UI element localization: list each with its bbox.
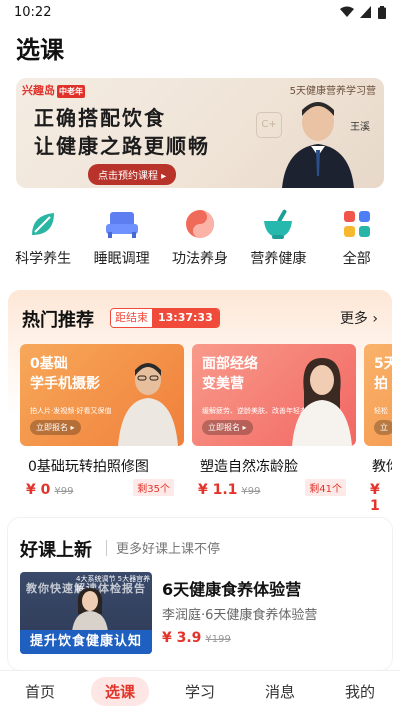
divider xyxy=(106,540,107,556)
price-original: ¥99 xyxy=(241,486,261,497)
bottom-tab-bar: 首页 选课 学习 消息 我的 xyxy=(0,670,400,712)
new-courses-subtitle: 更多好课上课不停 xyxy=(116,542,221,557)
countdown-label: 距结束 xyxy=(111,309,152,327)
mortar-icon xyxy=(260,206,296,242)
new-course-thumbnail[interactable]: 4大系统调节 5大器官养护 教你快速解读体检报告 提升饮食健康认知 xyxy=(20,572,152,654)
category-label: 营养健康 xyxy=(250,251,307,267)
new-courses-section: 好课上新 更多好课上课不停 4大系统调节 5大器官养护 教你快速解读体检报告 提… xyxy=(8,518,392,670)
status-icons xyxy=(340,5,386,19)
hot-section: 热门推荐 距结束 13:37:33 更多 › 0基础 学手机摄影 拍人片·发视频·… xyxy=(8,290,392,514)
tab-home[interactable]: 首页 xyxy=(11,677,69,706)
course-thumbnail: 面部经络 变美营 缓解疲劳、逆龄美肤、改善年轻态 立即报名 ▸ xyxy=(192,344,356,446)
tab-courses[interactable]: 选课 xyxy=(90,677,149,706)
new-courses-title: 好课上新 xyxy=(20,540,92,561)
course-price: ¥ 1 xyxy=(364,482,392,514)
wifi-icon xyxy=(340,6,354,17)
hot-title: 热门推荐 xyxy=(22,310,94,331)
category-label: 功法养身 xyxy=(171,251,228,267)
tab-messages[interactable]: 消息 xyxy=(251,677,309,706)
price-original: ¥199 xyxy=(205,634,231,645)
course-thumbnail: 0基础 学手机摄影 拍人片·发视频·好看又保值 立即报名 ▸ xyxy=(20,344,184,446)
category-label: 睡眠调理 xyxy=(93,251,150,267)
status-bar: 10:22 xyxy=(0,0,400,24)
countdown-badge: 距结束 13:37:33 xyxy=(110,308,220,328)
new-course-price: ¥ 3.9 ¥199 xyxy=(162,630,231,646)
instructor-portrait xyxy=(292,358,352,446)
banner-brand-tag: 中老年 xyxy=(57,84,85,98)
thumb-title: 5天拍 xyxy=(374,356,392,392)
tab-profile[interactable]: 我的 xyxy=(331,677,389,706)
course-name: 0基础玩转拍照修图 xyxy=(28,459,149,475)
page-title: 选课 xyxy=(16,36,64,64)
thumb-subtitle: 拍人片·发视频·好看又保值 xyxy=(30,407,112,415)
battery-icon xyxy=(378,5,386,19)
thumb-title: 面部经络 变美营 xyxy=(202,356,258,392)
price-original: ¥99 xyxy=(54,486,74,497)
status-time: 10:22 xyxy=(14,4,52,20)
thumb-title: 0基础 学手机摄影 xyxy=(30,356,100,392)
category-label: 科学养生 xyxy=(15,251,72,267)
teacher-portrait xyxy=(282,102,354,188)
thumb-cta: 立即报名 ▸ xyxy=(30,420,81,435)
course-name: 塑造自然冻龄脸 xyxy=(200,459,298,475)
category-label: 全部 xyxy=(342,251,371,267)
banner-headline-2: 让健康之路更顺畅 xyxy=(34,134,210,158)
price-current: ¥ 1.1 xyxy=(198,482,238,498)
price-current: ¥ 1 xyxy=(370,482,380,514)
leaf-icon xyxy=(25,206,61,242)
banner-cta-button[interactable]: 点击预约课程 ▸ xyxy=(88,164,177,185)
thumb-subtitle: 轻松 xyxy=(374,407,388,415)
course-card[interactable]: 面部经络 变美营 缓解疲劳、逆龄美肤、改善年轻态 立即报名 ▸ 塑造自然冻龄脸 ¥… xyxy=(192,344,356,498)
category-row: 科学养生 睡眠调理 功法养身 营养健康 全部 xyxy=(0,206,400,270)
banner-brand: 兴趣岛 中老年 xyxy=(22,84,85,98)
yin-yang-icon xyxy=(182,206,218,242)
category-sleep[interactable]: 睡眠调理 xyxy=(86,206,158,270)
course-card-partial[interactable]: 5天拍 轻松 立 教你 ¥ 1 xyxy=(364,344,392,514)
promo-banner[interactable]: 兴趣岛 中老年 5天健康营养学习营 正确搭配饮食 让健康之路更顺畅 点击预约课程 … xyxy=(16,78,384,188)
tab-learning[interactable]: 学习 xyxy=(171,677,229,706)
price-current: ¥ 3.9 xyxy=(162,630,202,646)
bed-icon xyxy=(104,206,140,242)
signal-icon xyxy=(360,6,371,18)
course-card[interactable]: 0基础 学手机摄影 拍人片·发视频·好看又保值 立即报名 ▸ 0基础玩转拍照修图 … xyxy=(20,344,184,498)
new-course-title[interactable]: 6天健康食养体验营 xyxy=(162,576,301,600)
stock-badge: 剩35个 xyxy=(133,479,174,496)
more-link[interactable]: 更多 › xyxy=(340,308,378,328)
category-qigong[interactable]: 功法养身 xyxy=(164,206,236,270)
stock-badge: 剩41个 xyxy=(305,479,346,496)
instructor-portrait xyxy=(72,588,108,632)
teacher-name: 王溪 xyxy=(350,122,370,133)
course-thumbnail: 5天拍 轻松 立 xyxy=(364,344,392,446)
course-name: 教你 xyxy=(372,459,392,475)
instructor-portrait xyxy=(118,363,178,446)
banner-headline-1: 正确搭配饮食 xyxy=(34,106,166,130)
price-current: ¥ 0 xyxy=(26,482,51,498)
new-course-desc: 李润庭·6天健康食养体验营 xyxy=(162,608,318,623)
category-all[interactable]: 全部 xyxy=(321,206,393,270)
countdown-time: 13:37:33 xyxy=(152,309,219,327)
thumb-cta: 立 xyxy=(374,420,392,435)
thumb-cta: 立即报名 ▸ xyxy=(202,420,253,435)
category-nutrition[interactable]: 营养健康 xyxy=(242,206,314,270)
category-science-wellness[interactable]: 科学养生 xyxy=(7,206,79,270)
thumb-banner: 提升饮食健康认知 xyxy=(20,630,152,654)
grid-icon xyxy=(339,206,375,242)
